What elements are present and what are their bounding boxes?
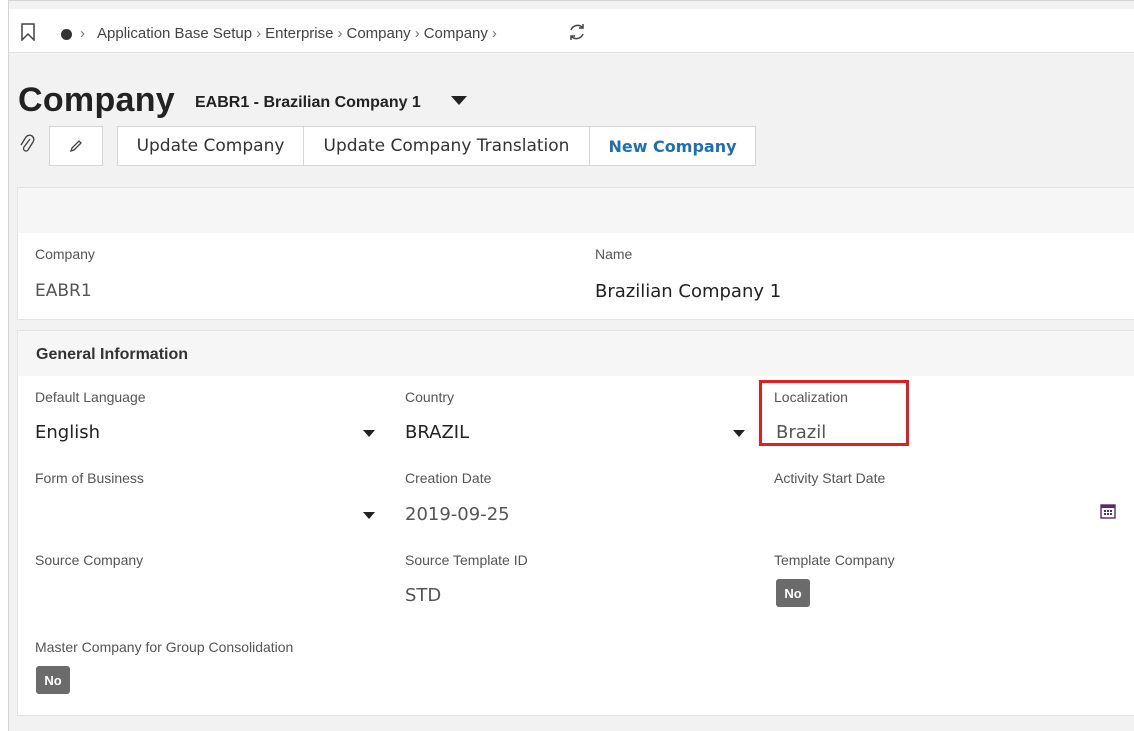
company-summary-panel: Company EABR1 Name Brazilian Company 1 — [17, 187, 1134, 320]
pencil-icon — [69, 140, 82, 153]
template-company-toggle[interactable]: No — [776, 579, 810, 607]
new-company-button[interactable]: New Company — [589, 126, 756, 166]
section-title: General Information — [36, 346, 189, 363]
country-select[interactable]: BRAZIL — [405, 422, 469, 443]
chevron-down-icon[interactable] — [363, 512, 375, 519]
update-company-button[interactable]: Update Company — [117, 126, 304, 166]
creation-date-label: Creation Date — [405, 470, 492, 486]
chevron-down-icon[interactable] — [363, 430, 375, 437]
chevron-down-icon[interactable] — [733, 430, 745, 437]
breadcrumb-separator: › — [256, 25, 262, 42]
localization-value: Brazil — [776, 422, 827, 443]
breadcrumb-item-enterprise[interactable]: Enterprise — [265, 25, 333, 42]
general-information-panel: General Information Default Language Eng… — [17, 330, 1134, 716]
name-value: Brazilian Company 1 — [595, 281, 782, 302]
creation-date-value: 2019-09-25 — [405, 504, 510, 525]
breadcrumb: › Application Base Setup › Enterprise › Comp… — [80, 25, 501, 42]
update-company-translation-button[interactable]: Update Company Translation — [303, 126, 590, 166]
master-company-label: Master Company for Group Consolidation — [35, 639, 294, 655]
breadcrumb-separator: › — [337, 25, 343, 42]
company-label: Company — [35, 246, 95, 262]
panel-header-stripe — [18, 188, 1134, 233]
localization-label: Localization — [774, 389, 848, 405]
breadcrumb-item-company[interactable]: Company — [346, 25, 410, 42]
paperclip-icon[interactable] — [19, 134, 35, 154]
default-language-select[interactable]: English — [35, 422, 100, 443]
breadcrumb-separator: › — [491, 25, 497, 42]
breadcrumb-bar: › Application Base Setup › Enterprise › Comp… — [9, 9, 1134, 53]
edit-button[interactable] — [49, 126, 103, 166]
section-header[interactable]: General Information — [18, 331, 1134, 376]
source-template-id-label: Source Template ID — [405, 552, 528, 568]
breadcrumb-separator: › — [414, 25, 420, 42]
master-company-toggle[interactable]: No — [36, 666, 70, 694]
default-language-label: Default Language — [35, 389, 146, 405]
home-icon[interactable] — [61, 29, 72, 40]
name-label: Name — [595, 246, 633, 262]
source-company-label: Source Company — [35, 552, 144, 568]
record-selector[interactable]: EABR1 - Brazilian Company 1 — [195, 94, 421, 112]
app-frame: › Application Base Setup › Enterprise › Comp… — [8, 0, 1134, 731]
chevron-down-icon[interactable] — [451, 96, 467, 105]
company-value: EABR1 — [35, 281, 92, 301]
breadcrumb-item-application-base-setup[interactable]: Application Base Setup — [97, 25, 252, 42]
source-template-id-value: STD — [405, 585, 442, 606]
bookmark-icon[interactable] — [20, 23, 36, 41]
calendar-icon[interactable] — [1100, 503, 1116, 519]
country-label: Country — [405, 389, 455, 405]
activity-start-date-label: Activity Start Date — [774, 470, 886, 486]
refresh-icon[interactable] — [567, 22, 587, 42]
breadcrumb-item-company-current[interactable]: Company — [424, 25, 488, 42]
breadcrumb-separator: › — [80, 25, 85, 42]
form-of-business-label: Form of Business — [35, 470, 144, 486]
template-company-label: Template Company — [774, 552, 895, 568]
page-title: Company — [18, 81, 176, 119]
